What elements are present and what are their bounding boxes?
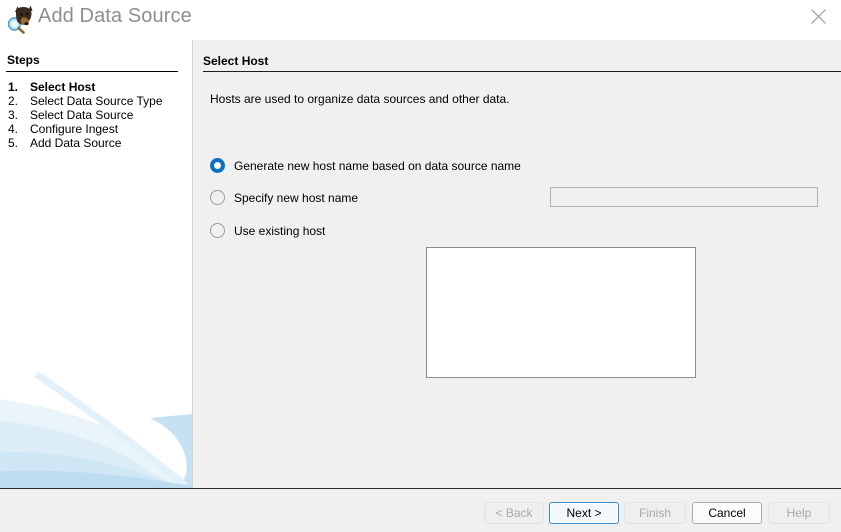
page-description: Hosts are used to organize data sources … [210, 92, 510, 106]
title-bar: Add Data Source [0, 0, 841, 40]
help-button[interactable]: Help [768, 502, 830, 524]
step-item-1: 1. Select Host [6, 80, 192, 94]
host-name-input[interactable] [550, 187, 818, 207]
autopsy-dog-magnifier-icon [6, 4, 36, 34]
page-title: Select Host [203, 54, 269, 68]
step-label: Select Data Source Type [30, 94, 163, 108]
main-panel: Select Host Hosts are used to organize d… [193, 40, 841, 488]
next-button[interactable]: Next > [549, 502, 619, 524]
radio-label: Specify new host name [234, 190, 359, 205]
radio-indicator[interactable] [210, 158, 225, 173]
step-item-5: 5. Add Data Source [6, 136, 192, 150]
radio-indicator[interactable] [210, 223, 225, 238]
cancel-button[interactable]: Cancel [692, 502, 762, 524]
steps-heading-divider [6, 71, 178, 72]
step-label: Configure Ingest [30, 122, 119, 136]
add-data-source-dialog: Add Data Source Steps 1. Select Host 2. … [0, 0, 841, 532]
radio-label: Use existing host [234, 223, 326, 238]
radio-indicator[interactable] [210, 190, 225, 205]
radio-use-existing-host[interactable]: Use existing host [210, 223, 325, 238]
step-number: 4. [8, 122, 19, 136]
step-item-3: 3. Select Data Source [6, 108, 192, 122]
step-item-2: 2. Select Data Source Type [6, 94, 192, 108]
footer-button-bar: < Back Next > Finish Cancel Help [0, 489, 841, 532]
steps-heading: Steps [7, 53, 40, 67]
step-number: 5. [8, 136, 19, 150]
window-title: Add Data Source [38, 5, 192, 27]
decorative-swoosh-graphic [0, 371, 192, 488]
steps-sidebar: Steps 1. Select Host 2. Select Data Sour… [0, 40, 192, 488]
step-number: 1. [8, 80, 19, 94]
existing-host-listbox[interactable] [426, 247, 696, 378]
step-label: Select Data Source [30, 108, 134, 122]
page-title-divider [203, 71, 841, 72]
step-label: Select Host [30, 80, 96, 94]
step-number: 3. [8, 108, 19, 122]
step-item-4: 4. Configure Ingest [6, 122, 192, 136]
radio-specify-host-name[interactable]: Specify new host name [210, 190, 358, 205]
step-number: 2. [8, 94, 19, 108]
step-label: Add Data Source [30, 136, 122, 150]
radio-label: Generate new host name based on data sou… [234, 158, 521, 173]
close-icon[interactable] [795, 0, 841, 32]
radio-generate-host-name[interactable]: Generate new host name based on data sou… [210, 158, 521, 173]
steps-list: 1. Select Host 2. Select Data Source Typ… [6, 80, 192, 150]
finish-button[interactable]: Finish [624, 502, 686, 524]
back-button[interactable]: < Back [484, 502, 544, 524]
